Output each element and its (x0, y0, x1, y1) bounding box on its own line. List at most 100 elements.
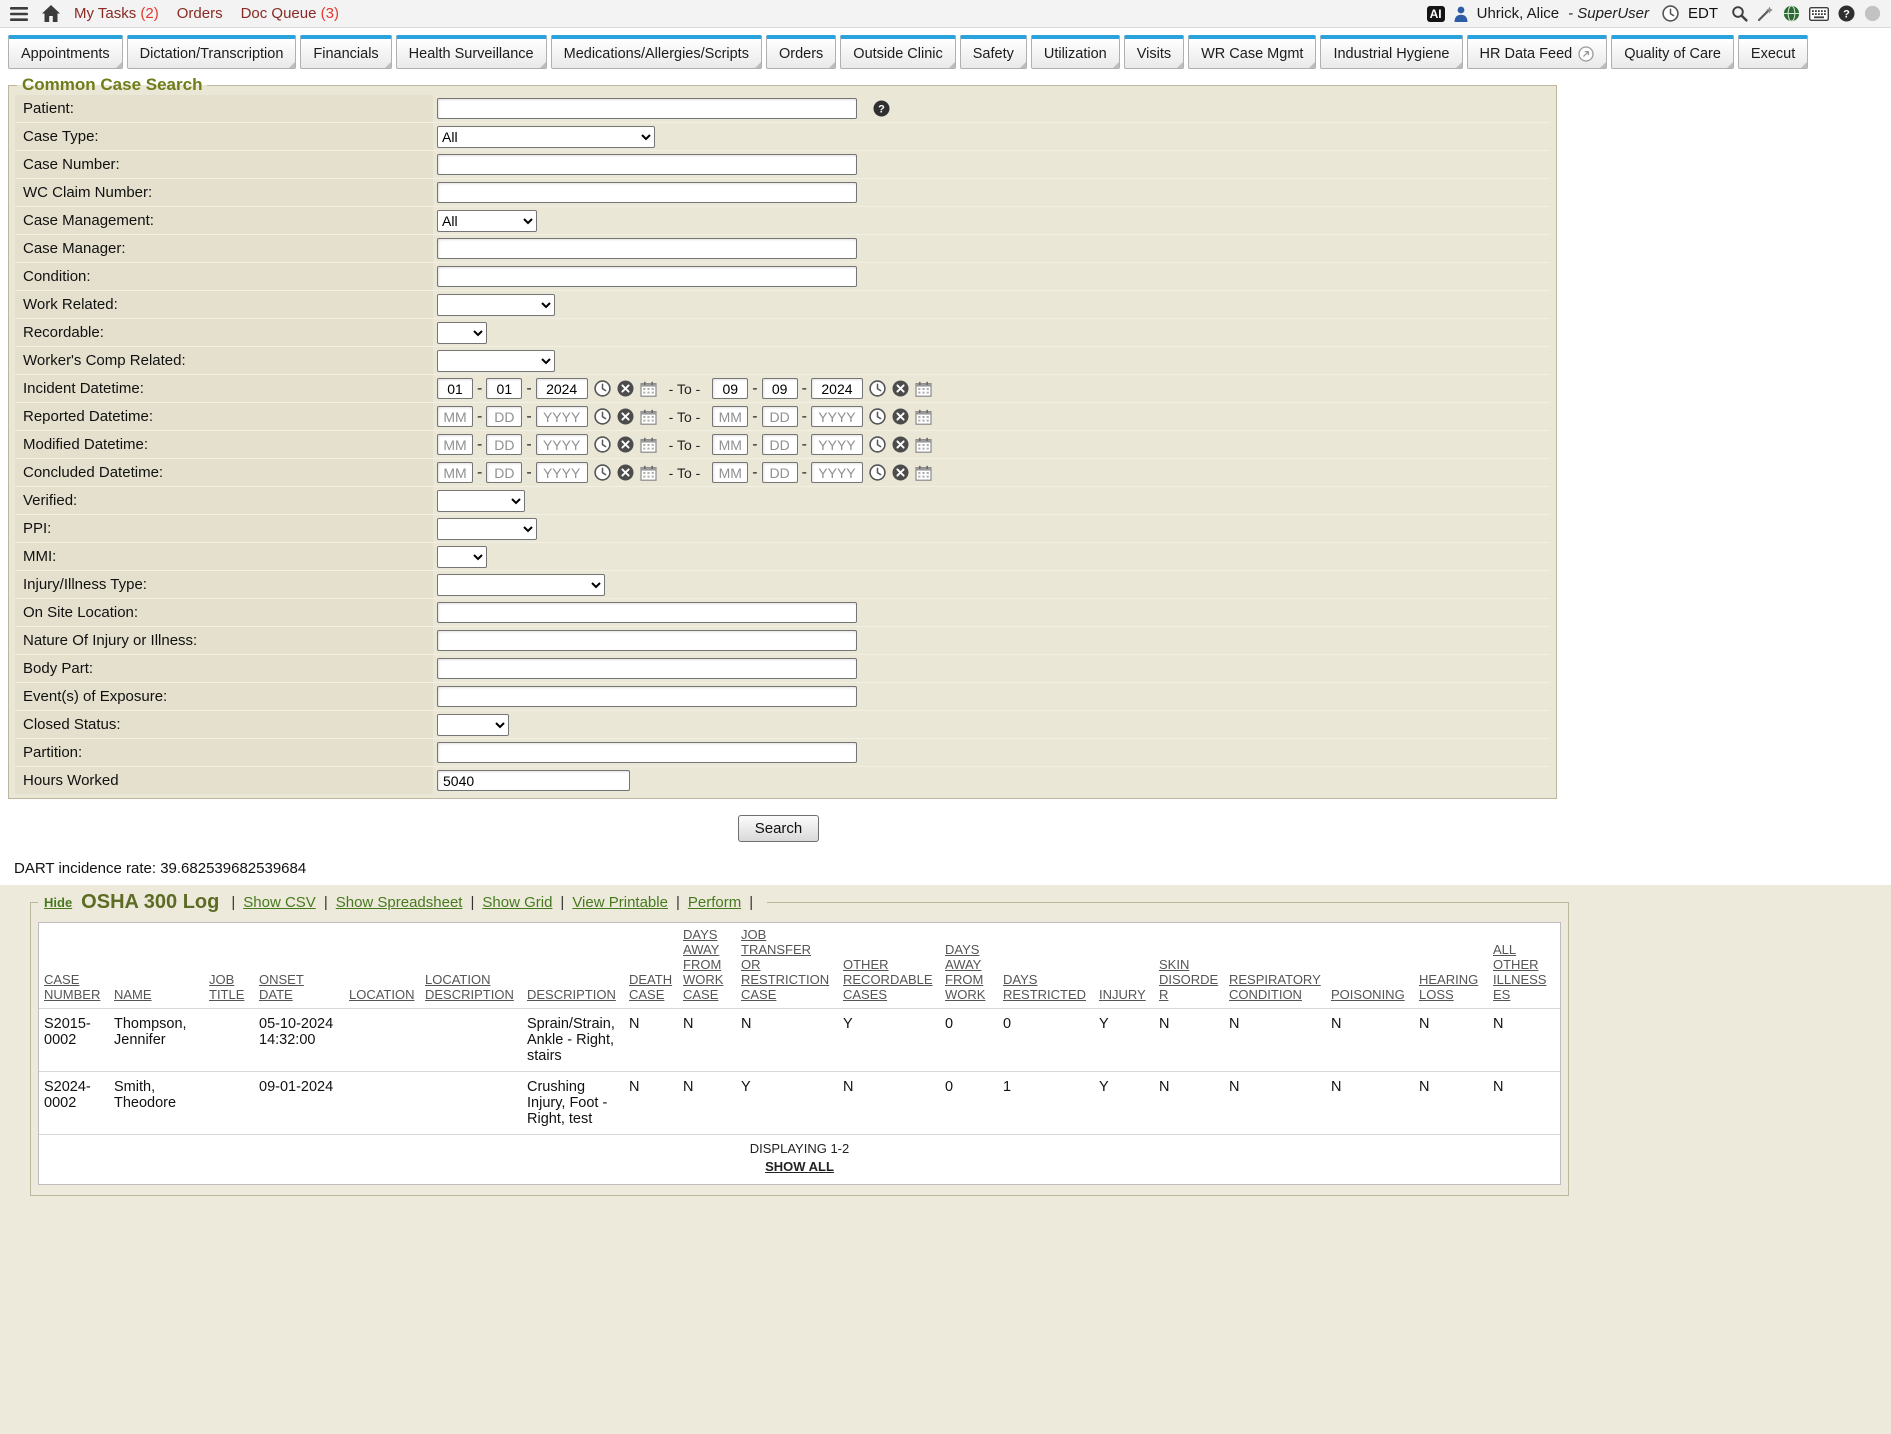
tab-wr-case-mgmt[interactable]: WR Case Mgmt (1188, 35, 1316, 69)
concluded-datetime-from-mm[interactable] (437, 462, 473, 483)
col-header-link[interactable]: HEARING LOSS (1419, 972, 1478, 1002)
tab-industrial-hygiene[interactable]: Industrial Hygiene (1320, 35, 1462, 69)
help-icon[interactable]: ? (873, 100, 890, 117)
tab-outside-clinic[interactable]: Outside Clinic (840, 35, 955, 69)
calendar-icon[interactable] (640, 381, 657, 397)
clear-date-icon[interactable] (892, 380, 909, 397)
case-management-select[interactable]: All (437, 210, 537, 232)
recordable-select[interactable] (437, 322, 487, 344)
tab-dictation-transcription[interactable]: Dictation/Transcription (127, 35, 297, 69)
tab-execut[interactable]: Execut (1738, 35, 1808, 69)
concluded-datetime-to-dd[interactable] (762, 462, 798, 483)
verified-select[interactable] (437, 490, 525, 512)
col-header-link[interactable]: DAYS RESTRICTED (1003, 972, 1086, 1002)
time-picker-icon[interactable] (869, 436, 886, 453)
incident-datetime-from-dd[interactable] (486, 378, 522, 399)
incident-datetime-from-yyyy[interactable] (536, 378, 588, 399)
case-type-select[interactable]: All (437, 126, 655, 148)
incident-datetime-to-dd[interactable] (762, 378, 798, 399)
nav-orders[interactable]: Orders (177, 5, 223, 22)
patient-input[interactable] (437, 98, 857, 119)
col-header-link[interactable]: DEATH CASE (629, 972, 672, 1002)
nav-doc-queue[interactable]: Doc Queue (3) (241, 5, 339, 22)
hamburger-menu-icon[interactable] (10, 7, 28, 21)
tab-orders[interactable]: Orders (766, 35, 836, 69)
time-picker-icon[interactable] (594, 436, 611, 453)
reported-datetime-from-mm[interactable] (437, 406, 473, 427)
time-picker-icon[interactable] (869, 408, 886, 425)
condition-input[interactable] (437, 266, 857, 287)
col-header-link[interactable]: ONSET DATE (259, 972, 304, 1002)
clear-date-icon[interactable] (892, 408, 909, 425)
tab-quality-of-care[interactable]: Quality of Care (1611, 35, 1734, 69)
col-header-link[interactable]: POISONING (1331, 987, 1405, 1002)
concluded-datetime-to-yyyy[interactable] (811, 462, 863, 483)
calendar-icon[interactable] (640, 437, 657, 453)
mmi-select[interactable] (437, 546, 487, 568)
reported-datetime-from-yyyy[interactable] (536, 406, 588, 427)
time-picker-icon[interactable] (869, 464, 886, 481)
keyboard-icon[interactable] (1809, 7, 1829, 21)
help-icon[interactable]: ? (1838, 5, 1855, 22)
calendar-icon[interactable] (640, 409, 657, 425)
search-icon[interactable] (1731, 5, 1748, 22)
show-spreadsheet-link[interactable]: Show Spreadsheet (336, 894, 463, 911)
tab-utilization[interactable]: Utilization (1031, 35, 1120, 69)
tab-appointments[interactable]: Appointments (8, 35, 123, 69)
tab-health-surveillance[interactable]: Health Surveillance (396, 35, 547, 69)
calendar-icon[interactable] (915, 381, 932, 397)
body-part-input[interactable] (437, 658, 857, 679)
incident-datetime-to-yyyy[interactable] (811, 378, 863, 399)
partition-input[interactable] (437, 742, 857, 763)
show-grid-link[interactable]: Show Grid (482, 894, 552, 911)
incident-datetime-to-mm[interactable] (712, 378, 748, 399)
concluded-datetime-from-dd[interactable] (486, 462, 522, 483)
case-number-input[interactable] (437, 154, 857, 175)
clear-date-icon[interactable] (617, 380, 634, 397)
modified-datetime-to-yyyy[interactable] (811, 434, 863, 455)
incident-datetime-from-mm[interactable] (437, 378, 473, 399)
col-header-link[interactable]: INJURY (1099, 987, 1146, 1002)
tab-visits[interactable]: Visits (1124, 35, 1184, 69)
col-header-link[interactable]: CASE NUMBER (44, 972, 100, 1002)
search-button[interactable]: Search (738, 815, 820, 842)
clear-date-icon[interactable] (617, 408, 634, 425)
closed-status-select[interactable] (437, 714, 509, 736)
nav-my-tasks[interactable]: My Tasks (2) (74, 5, 159, 22)
reported-datetime-to-dd[interactable] (762, 406, 798, 427)
col-header-link[interactable]: LOCATION DESCRIPTION (425, 972, 514, 1002)
ai-badge[interactable]: AI (1427, 6, 1445, 22)
col-header-link[interactable]: JOB TRANSFER OR RESTRICTION CASE (741, 927, 829, 1002)
hide-link[interactable]: Hide (44, 895, 72, 910)
col-header-link[interactable]: LOCATION (349, 987, 415, 1002)
wand-icon[interactable] (1757, 5, 1774, 22)
time-picker-icon[interactable] (594, 380, 611, 397)
tab-financials[interactable]: Financials (300, 35, 391, 69)
globe-icon[interactable] (1783, 5, 1800, 22)
calendar-icon[interactable] (640, 465, 657, 481)
calendar-icon[interactable] (915, 409, 932, 425)
view-printable-link[interactable]: View Printable (572, 894, 668, 911)
tab-medications-allergies-scripts[interactable]: Medications/Allergies/Scripts (551, 35, 762, 69)
show-all-link[interactable]: SHOW ALL (765, 1159, 834, 1174)
time-picker-icon[interactable] (869, 380, 886, 397)
time-picker-icon[interactable] (594, 408, 611, 425)
col-header-link[interactable]: DAYS AWAY FROM WORK CASE (683, 927, 723, 1002)
modified-datetime-from-dd[interactable] (486, 434, 522, 455)
modified-datetime-from-mm[interactable] (437, 434, 473, 455)
nature-of-injury-or-illness-input[interactable] (437, 630, 857, 651)
perform-link[interactable]: Perform (688, 894, 741, 911)
clear-date-icon[interactable] (617, 464, 634, 481)
col-header-link[interactable]: RESPIRATORY CONDITION (1229, 972, 1321, 1002)
calendar-icon[interactable] (915, 437, 932, 453)
tab-safety[interactable]: Safety (960, 35, 1027, 69)
col-header-link[interactable]: DAYS AWAY FROM WORK (945, 942, 985, 1002)
col-header-link[interactable]: ALL OTHER ILLNESSES (1493, 942, 1546, 1002)
injury-illness-type-select[interactable] (437, 574, 605, 596)
time-picker-icon[interactable] (594, 464, 611, 481)
col-header-link[interactable]: DESCRIPTION (527, 987, 616, 1002)
event-s-of-exposure-input[interactable] (437, 686, 857, 707)
concluded-datetime-from-yyyy[interactable] (536, 462, 588, 483)
show-csv-link[interactable]: Show CSV (243, 894, 316, 911)
work-related-select[interactable] (437, 294, 555, 316)
